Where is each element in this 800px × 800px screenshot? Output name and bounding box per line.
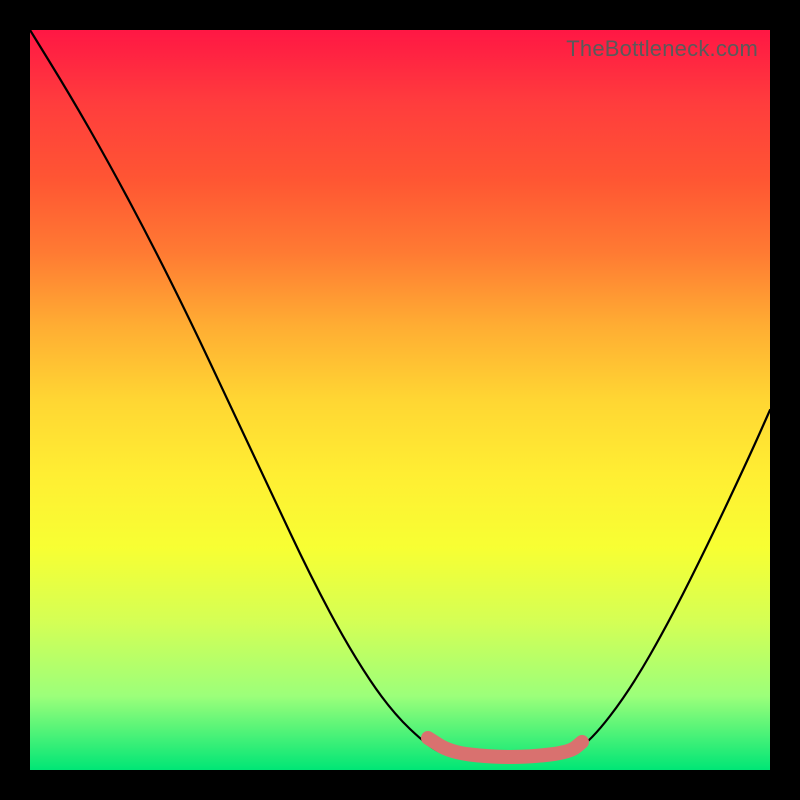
chart-curves xyxy=(30,30,770,770)
bottom-highlight xyxy=(428,738,582,757)
plot-area: TheBottleneck.com xyxy=(30,30,770,770)
right-curve xyxy=(565,410,770,756)
chart-container: TheBottleneck.com xyxy=(0,0,800,800)
left-curve xyxy=(30,30,450,756)
